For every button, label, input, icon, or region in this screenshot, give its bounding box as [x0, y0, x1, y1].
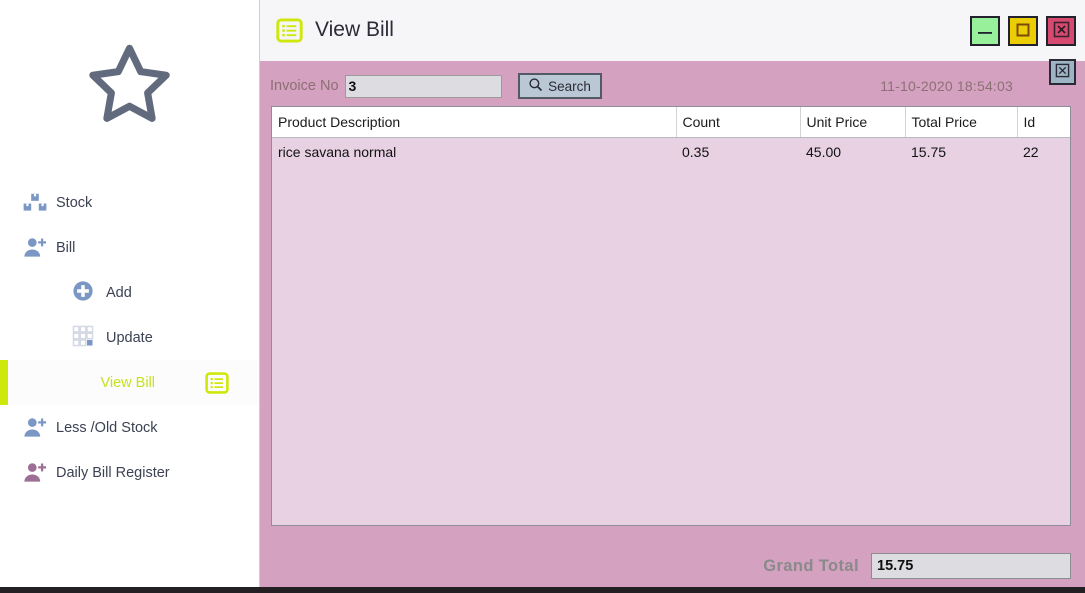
minimize-icon: [976, 24, 994, 39]
bottom-strip: [0, 587, 1085, 593]
sidebar-item-label: View Bill: [100, 374, 155, 391]
grand-total-value[interactable]: [871, 553, 1071, 579]
grand-total-row: Grand Total: [763, 553, 1071, 579]
column-header-total-price[interactable]: Total Price: [905, 107, 1018, 138]
sidebar-item-bill[interactable]: Bill: [0, 225, 259, 270]
maximize-button[interactable]: [1008, 16, 1038, 46]
cell-unit-price: 45.00: [800, 137, 905, 165]
cell-total-price: 15.75: [905, 137, 1017, 165]
sidebar-item-daily-bill-register[interactable]: Daily Bill Register: [0, 450, 259, 495]
column-header-unit-price[interactable]: Unit Price: [800, 107, 906, 138]
search-button-label: Search: [548, 78, 591, 94]
sidebar-nav: Stock Bill Add Update View Bill Less /Ol…: [0, 180, 259, 495]
close-box-icon: [1055, 63, 1070, 81]
sidebar-item-stock[interactable]: Stock: [0, 180, 259, 225]
table-row[interactable]: rice savana normal 0.35 45.00 15.75 22: [272, 137, 1070, 165]
maximize-icon: [1015, 22, 1031, 41]
list-icon: [205, 371, 229, 395]
application-window: Stock Bill Add Update View Bill Less /Ol…: [0, 0, 1085, 593]
work-area: Invoice No Search 11-10-2020 18:54:03: [260, 59, 1085, 587]
bill-items-grid[interactable]: Product Description Count Unit Price Tot…: [271, 106, 1071, 526]
table-header-row: Product Description Count Unit Price Tot…: [272, 107, 1070, 138]
sidebar-item-label: Add: [106, 284, 132, 301]
grid-icon: [72, 325, 98, 351]
panel-close-button[interactable]: [1049, 59, 1076, 85]
sidebar: Stock Bill Add Update View Bill Less /Ol…: [0, 0, 260, 593]
sidebar-item-label: Daily Bill Register: [56, 464, 170, 481]
sidebar-item-update[interactable]: Update: [0, 315, 259, 360]
timestamp: 11-10-2020 18:54:03: [880, 78, 1013, 94]
user-add-purple-icon: [22, 460, 48, 486]
plus-circle-icon: [72, 280, 98, 306]
close-icon: [1053, 21, 1070, 41]
search-button[interactable]: Search: [517, 73, 602, 99]
grand-total-label: Grand Total: [763, 556, 859, 575]
column-header-product-description[interactable]: Product Description: [272, 107, 677, 138]
user-add-icon: [22, 415, 48, 441]
sidebar-item-add[interactable]: Add: [0, 270, 259, 315]
sidebar-item-label: Less /Old Stock: [56, 419, 158, 436]
search-toolbar: Invoice No Search: [270, 73, 602, 99]
sidebar-item-label: Update: [106, 329, 153, 346]
cell-product-description: rice savana normal: [272, 137, 676, 165]
main-panel: View Bill Invoice No 3 Search 11-10-2020…: [260, 0, 1085, 593]
list-icon: [276, 17, 303, 44]
user-add-icon: [22, 235, 48, 261]
column-header-id[interactable]: Id: [1017, 107, 1070, 138]
minimize-button[interactable]: [970, 16, 1000, 46]
page-title: View Bill: [315, 18, 394, 41]
app-logo: [0, 22, 259, 152]
sidebar-item-less-old-stock[interactable]: Less /Old Stock: [0, 405, 259, 450]
column-header-count[interactable]: Count: [676, 107, 801, 138]
star-icon: [77, 35, 182, 140]
close-button[interactable]: [1046, 16, 1076, 46]
window-controls: [970, 16, 1076, 46]
active-accent-bar: [0, 360, 8, 405]
cell-id: 22: [1017, 137, 1070, 165]
bill-items-table: Product Description Count Unit Price Tot…: [272, 107, 1070, 165]
boxes-icon: [22, 190, 48, 216]
invoice-no-input[interactable]: [344, 74, 502, 98]
sidebar-item-view-bill[interactable]: View Bill: [0, 360, 259, 405]
cell-count: 0.35: [676, 137, 800, 165]
window-titlebar: View Bill: [260, 0, 1085, 61]
magnifier-icon: [528, 77, 543, 95]
sidebar-item-label: Bill: [56, 239, 76, 256]
sidebar-item-label: Stock: [56, 194, 93, 211]
invoice-no-label: Invoice No: [270, 78, 339, 94]
